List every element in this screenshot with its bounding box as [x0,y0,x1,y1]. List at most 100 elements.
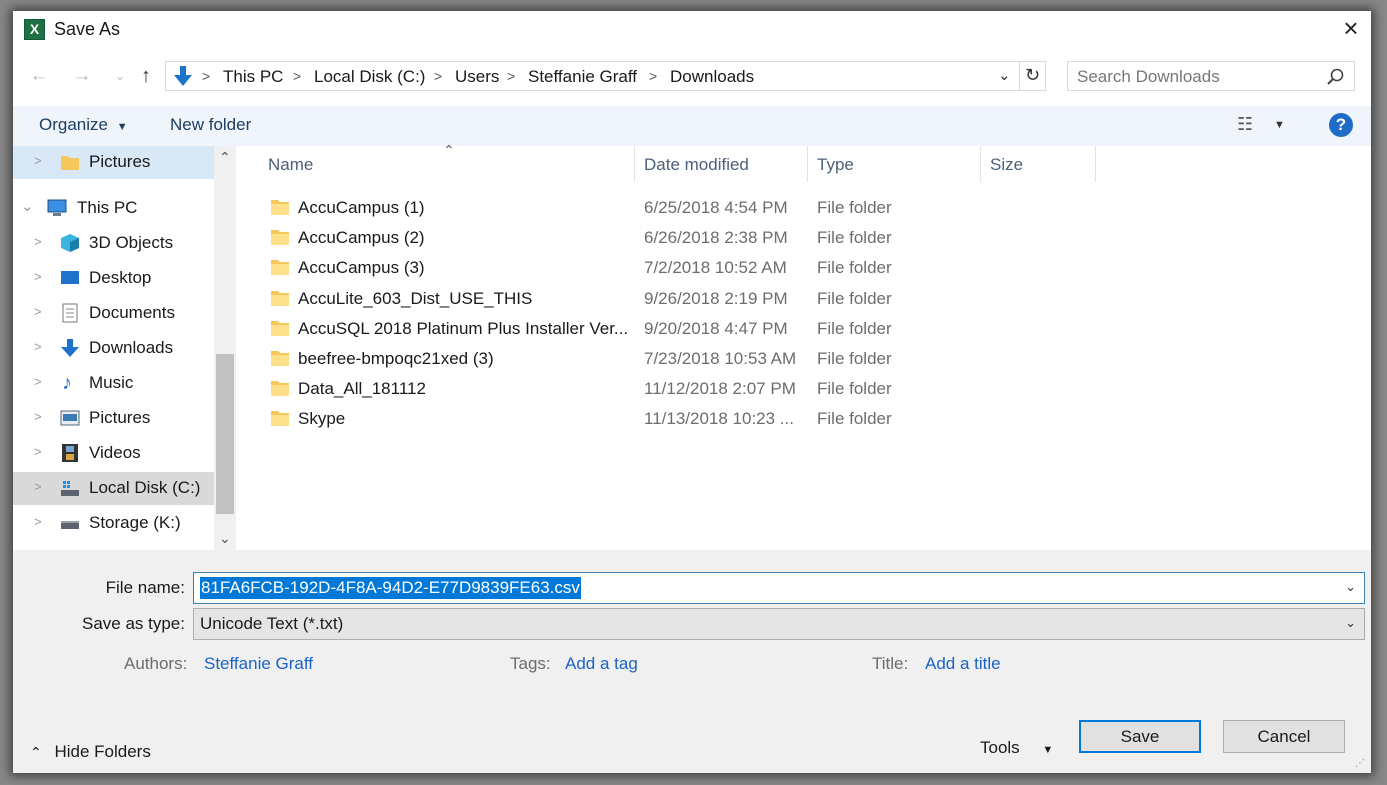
table-row[interactable]: beefree-bmpoqc21xed (3) 7/23/2018 10:53 A… [252,344,1371,374]
organize-button[interactable]: Organize ▼ [39,115,128,135]
title-label: Title: [872,654,909,673]
column-divider[interactable] [807,146,808,182]
save-as-type-dropdown-chevron-icon[interactable]: ⌄ [1345,615,1356,631]
sidebar-item-pictures-quick[interactable]: > Pictures [13,146,214,179]
crumb-separator-icon: > [507,68,516,84]
sidebar-item-storage[interactable]: > Storage (K:) [13,507,214,540]
table-row[interactable]: AccuCampus (2) 6/26/2018 2:38 PM File fold… [252,223,1371,253]
nav-scrollbar[interactable]: ⌃ ⌄ [214,146,236,550]
table-row[interactable]: AccuCampus (1) 6/25/2018 4:54 PM File fold… [252,193,1371,223]
authors-label: Authors: [124,654,188,673]
scrollbar-thumb[interactable] [216,354,234,514]
add-title-link[interactable]: Add a title [925,654,1001,674]
sidebar-item-label: Pictures [89,152,151,171]
tools-dropdown-triangle-icon: ▼ [1042,744,1054,756]
folder-icon [271,320,289,336]
expand-chevron-icon[interactable]: > [34,514,42,529]
new-folder-button[interactable]: New folder [170,115,251,135]
breadcrumb-this-pc[interactable]: This PC [223,67,283,87]
folder-icon [271,290,289,306]
refresh-icon[interactable]: ↻ [1025,65,1040,86]
search-icon[interactable] [1327,68,1345,86]
breadcrumb-users[interactable]: Users [455,67,499,87]
sidebar-item-music[interactable]: > ♪ Music [13,367,214,400]
address-dropdown-chevron-icon[interactable]: ⌄ [998,66,1011,84]
column-divider[interactable] [980,146,981,182]
sidebar-item-local-disk[interactable]: > Local Disk (C:) [13,472,214,505]
authors-value[interactable]: Steffanie Graff [204,654,313,674]
back-arrow-icon[interactable]: ← [28,65,50,87]
scroll-down-chevron-icon[interactable]: ⌄ [219,530,231,547]
help-icon[interactable]: ? [1329,113,1353,137]
desktop-icon [61,271,79,284]
file-name-cell: AccuLite_603_Dist_USE_THIS [298,288,533,308]
table-row[interactable]: Skype 11/13/2018 10:23 ... File folder [252,404,1371,434]
breadcrumb-downloads[interactable]: Downloads [670,67,754,87]
file-name-cell: Data_All_181112 [298,379,426,399]
expand-chevron-icon[interactable]: > [34,409,42,424]
up-arrow-icon[interactable]: ↑ [135,65,157,87]
table-row[interactable]: AccuLite_603_Dist_USE_THIS 9/26/2018 2:19… [252,284,1371,314]
resize-grip-icon[interactable]: ⋰ [1355,758,1365,769]
expand-chevron-icon[interactable]: > [34,234,42,249]
expand-chevron-icon[interactable]: > [34,269,42,284]
add-tag-link[interactable]: Add a tag [565,654,638,674]
close-button[interactable]: × [1338,15,1364,43]
column-divider[interactable] [634,146,635,182]
column-header-date-modified[interactable]: Date modified [644,155,749,175]
sidebar-item-desktop[interactable]: > Desktop [13,262,214,295]
computer-icon [47,199,67,216]
expand-chevron-icon[interactable]: > [34,444,42,459]
hide-folders-button[interactable]: ⌃ Hide Folders [30,742,151,762]
sidebar-item-downloads[interactable]: > Downloads [13,332,214,365]
sidebar-item-this-pc[interactable]: ⌄ This PC [13,192,214,225]
address-bar[interactable]: > This PC > Local Disk (C:) > Users > St… [165,61,1046,91]
file-name-value[interactable]: 81FA6FCB-192D-4F8A-94D2-E77D9839FE63.csv [200,577,581,599]
forward-arrow-icon[interactable]: → [71,65,93,87]
type-cell: File folder [817,288,892,308]
sidebar-item-documents[interactable]: > Documents [13,297,214,330]
sidebar-item-label: Videos [89,443,141,462]
column-divider[interactable] [1095,146,1096,182]
sidebar-item-label: Downloads [89,338,174,357]
column-header-name[interactable]: Name [268,155,313,175]
sidebar-item-videos[interactable]: > Videos [13,437,214,470]
column-header-size[interactable]: Size [990,155,1023,175]
file-name-input[interactable]: 81FA6FCB-192D-4F8A-94D2-E77D9839FE63.csv… [193,572,1365,604]
table-row[interactable]: AccuSQL 2018 Platinum Plus Installer Ver… [252,314,1371,344]
sidebar-item-label: Music [89,373,134,392]
search-input[interactable]: Search Downloads [1077,67,1220,87]
table-row[interactable]: AccuCampus (3) 7/2/2018 10:52 AM File fold… [252,253,1371,283]
view-dropdown-triangle-icon[interactable]: ▼ [1274,119,1285,131]
sidebar-item-pictures[interactable]: > Pictures [13,402,214,435]
crumb-separator-icon: > [293,68,302,84]
sidebar-item-label: Documents [89,303,175,322]
scroll-up-chevron-icon[interactable]: ⌃ [219,149,231,166]
file-name-cell: Skype [298,409,346,429]
expand-chevron-icon[interactable]: > [34,304,42,319]
save-button[interactable]: Save [1079,720,1201,753]
column-header-type[interactable]: Type [817,155,854,175]
tools-button[interactable]: Tools ▼ [980,738,1053,758]
tools-label: Tools [980,738,1020,757]
expand-chevron-icon[interactable]: > [34,153,42,168]
view-options-icon[interactable]: ☷ [1237,114,1253,135]
breadcrumb-local-disk[interactable]: Local Disk (C:) [314,67,425,87]
search-box[interactable]: Search Downloads [1067,61,1355,91]
recent-locations-chevron-icon[interactable]: ⌄ [109,65,131,87]
expand-chevron-icon[interactable]: > [34,339,42,354]
file-name-dropdown-chevron-icon[interactable]: ⌄ [1345,579,1356,595]
sidebar-item-3d-objects[interactable]: > 3D Objects [13,227,214,260]
document-icon [62,303,78,323]
table-row[interactable]: Data_All_181112 11/12/2018 2:07 PM File fo… [252,374,1371,404]
breadcrumb-user-folder[interactable]: Steffanie Graff [528,67,637,87]
film-icon [62,444,78,462]
folder-icon [271,230,289,246]
cancel-button[interactable]: Cancel [1223,720,1345,753]
save-as-type-select[interactable]: Unicode Text (*.txt) ⌄ [193,608,1365,640]
collapse-chevron-icon[interactable]: ⌄ [21,197,34,215]
expand-chevron-icon[interactable]: > [34,374,42,389]
date-modified-cell: 9/26/2018 2:19 PM [644,288,788,308]
sidebar-item-label: Storage (K:) [89,513,181,532]
expand-chevron-icon[interactable]: > [34,479,42,494]
